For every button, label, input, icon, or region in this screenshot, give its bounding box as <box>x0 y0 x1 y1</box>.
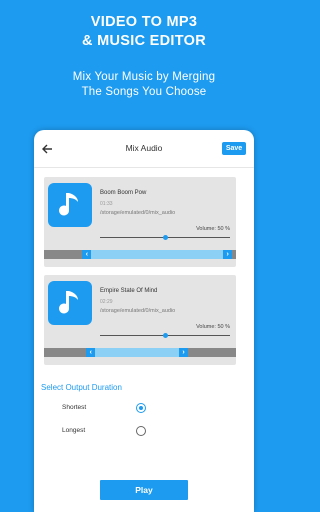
music-note-icon <box>59 291 78 314</box>
track-card: Empire State Of Mind 02:29 /storage/emul… <box>44 275 236 365</box>
track-thumbnail <box>48 183 92 227</box>
option-shortest-radio[interactable] <box>136 403 146 413</box>
track-thumbnail <box>48 281 92 325</box>
volume-label: Volume: 50 % <box>196 226 230 232</box>
track-name: Boom Boom Pow <box>100 190 147 196</box>
page-title: Mix Audio <box>125 143 163 153</box>
volume-slider[interactable] <box>100 235 230 240</box>
option-longest-label: Longest <box>62 427 86 434</box>
promo-subtitle-line2: The Songs You Choose <box>81 86 207 98</box>
trim-start-handle[interactable]: ‹ <box>86 348 96 357</box>
volume-label: Volume: 50 % <box>196 324 230 330</box>
track-path: /storage/emulated/0/mix_audio <box>100 308 176 314</box>
promo-title-line1: VIDEO TO MP3 <box>90 14 198 30</box>
promo-subtitle-line1: Mix Your Music by Merging <box>72 71 216 83</box>
radio-selected-dot <box>139 406 143 410</box>
track-duration: 01:33 <box>100 201 113 207</box>
music-note-icon <box>59 193 78 216</box>
save-button[interactable]: Save <box>222 142 246 155</box>
volume-slider-knob[interactable] <box>162 333 168 338</box>
track-duration: 02:29 <box>100 299 113 305</box>
track-path: /storage/emulated/0/mix_audio <box>100 210 176 216</box>
trim-end-handle[interactable]: › <box>179 348 188 357</box>
option-longest-radio[interactable] <box>136 426 146 436</box>
trim-start-handle[interactable]: ‹ <box>82 250 92 259</box>
trim-end-handle[interactable]: › <box>223 250 233 259</box>
promo-title-line2: & MUSIC EDITOR <box>82 33 206 49</box>
app-bar: Mix Audio Save <box>34 130 254 168</box>
trim-range-bar[interactable]: ‹ › <box>44 348 236 357</box>
volume-slider[interactable] <box>100 333 230 338</box>
promo-subtitle: Mix Your Music by Merging The Songs You … <box>0 70 288 100</box>
promo-title: VIDEO TO MP3 & MUSIC EDITOR <box>0 13 288 51</box>
play-button[interactable]: Play <box>100 480 188 500</box>
trim-range-selected <box>86 348 188 357</box>
phone-screen: Mix Audio Save Boom Boom Pow 01:33 /stor… <box>34 130 254 512</box>
track-card: Boom Boom Pow 01:33 /storage/emulated/0/… <box>44 177 236 267</box>
track-name: Empire State Of Mind <box>100 288 158 294</box>
volume-slider-knob[interactable] <box>162 235 168 240</box>
trim-range-selected <box>82 250 233 259</box>
option-shortest-label: Shortest <box>62 404 87 411</box>
output-duration-title: Select Output Duration <box>41 383 122 392</box>
trim-range-bar[interactable]: ‹ › <box>44 250 236 259</box>
